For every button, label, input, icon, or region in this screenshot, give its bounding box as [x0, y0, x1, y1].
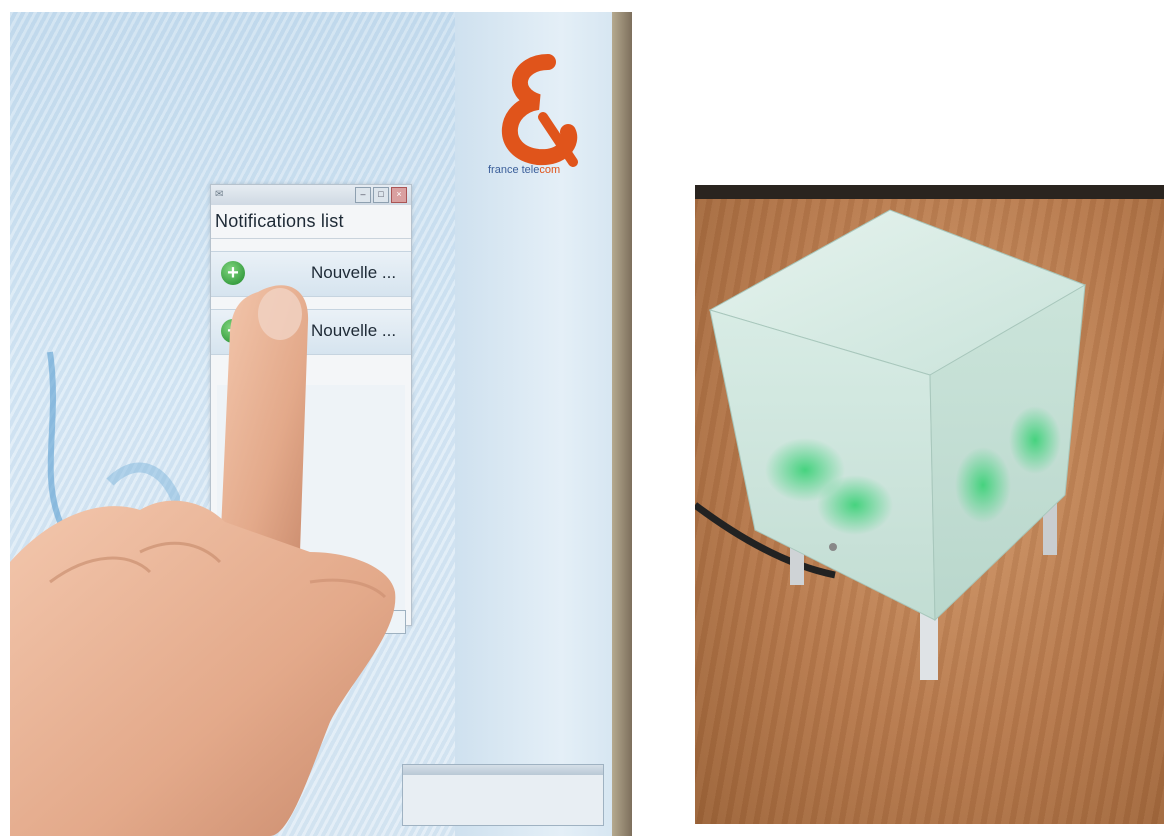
- monitor-bezel: [612, 12, 632, 836]
- close-button[interactable]: ×: [391, 187, 407, 203]
- ambient-cube-device: [695, 209, 1087, 680]
- touchscreen-photo: france telecom ✉ – □ × Notifications lis…: [10, 12, 632, 836]
- brand-logo-text: france telecom: [488, 164, 561, 176]
- brand-logo: [488, 52, 588, 172]
- cube-led-glow: [817, 475, 893, 535]
- minimize-button[interactable]: –: [355, 187, 371, 203]
- cube-button: [829, 543, 837, 551]
- window-titlebar[interactable]: ✉ – □ ×: [211, 185, 411, 205]
- cube-led-glow: [1009, 406, 1061, 474]
- hand-pointing-finger: [10, 285, 396, 836]
- maximize-button[interactable]: □: [373, 187, 389, 203]
- glowing-cube-photo: [695, 185, 1164, 824]
- background-window[interactable]: [402, 764, 604, 826]
- app-icon: ✉: [215, 189, 224, 200]
- notifications-title: Notifications list: [211, 205, 411, 239]
- cube-led-glow: [955, 447, 1011, 523]
